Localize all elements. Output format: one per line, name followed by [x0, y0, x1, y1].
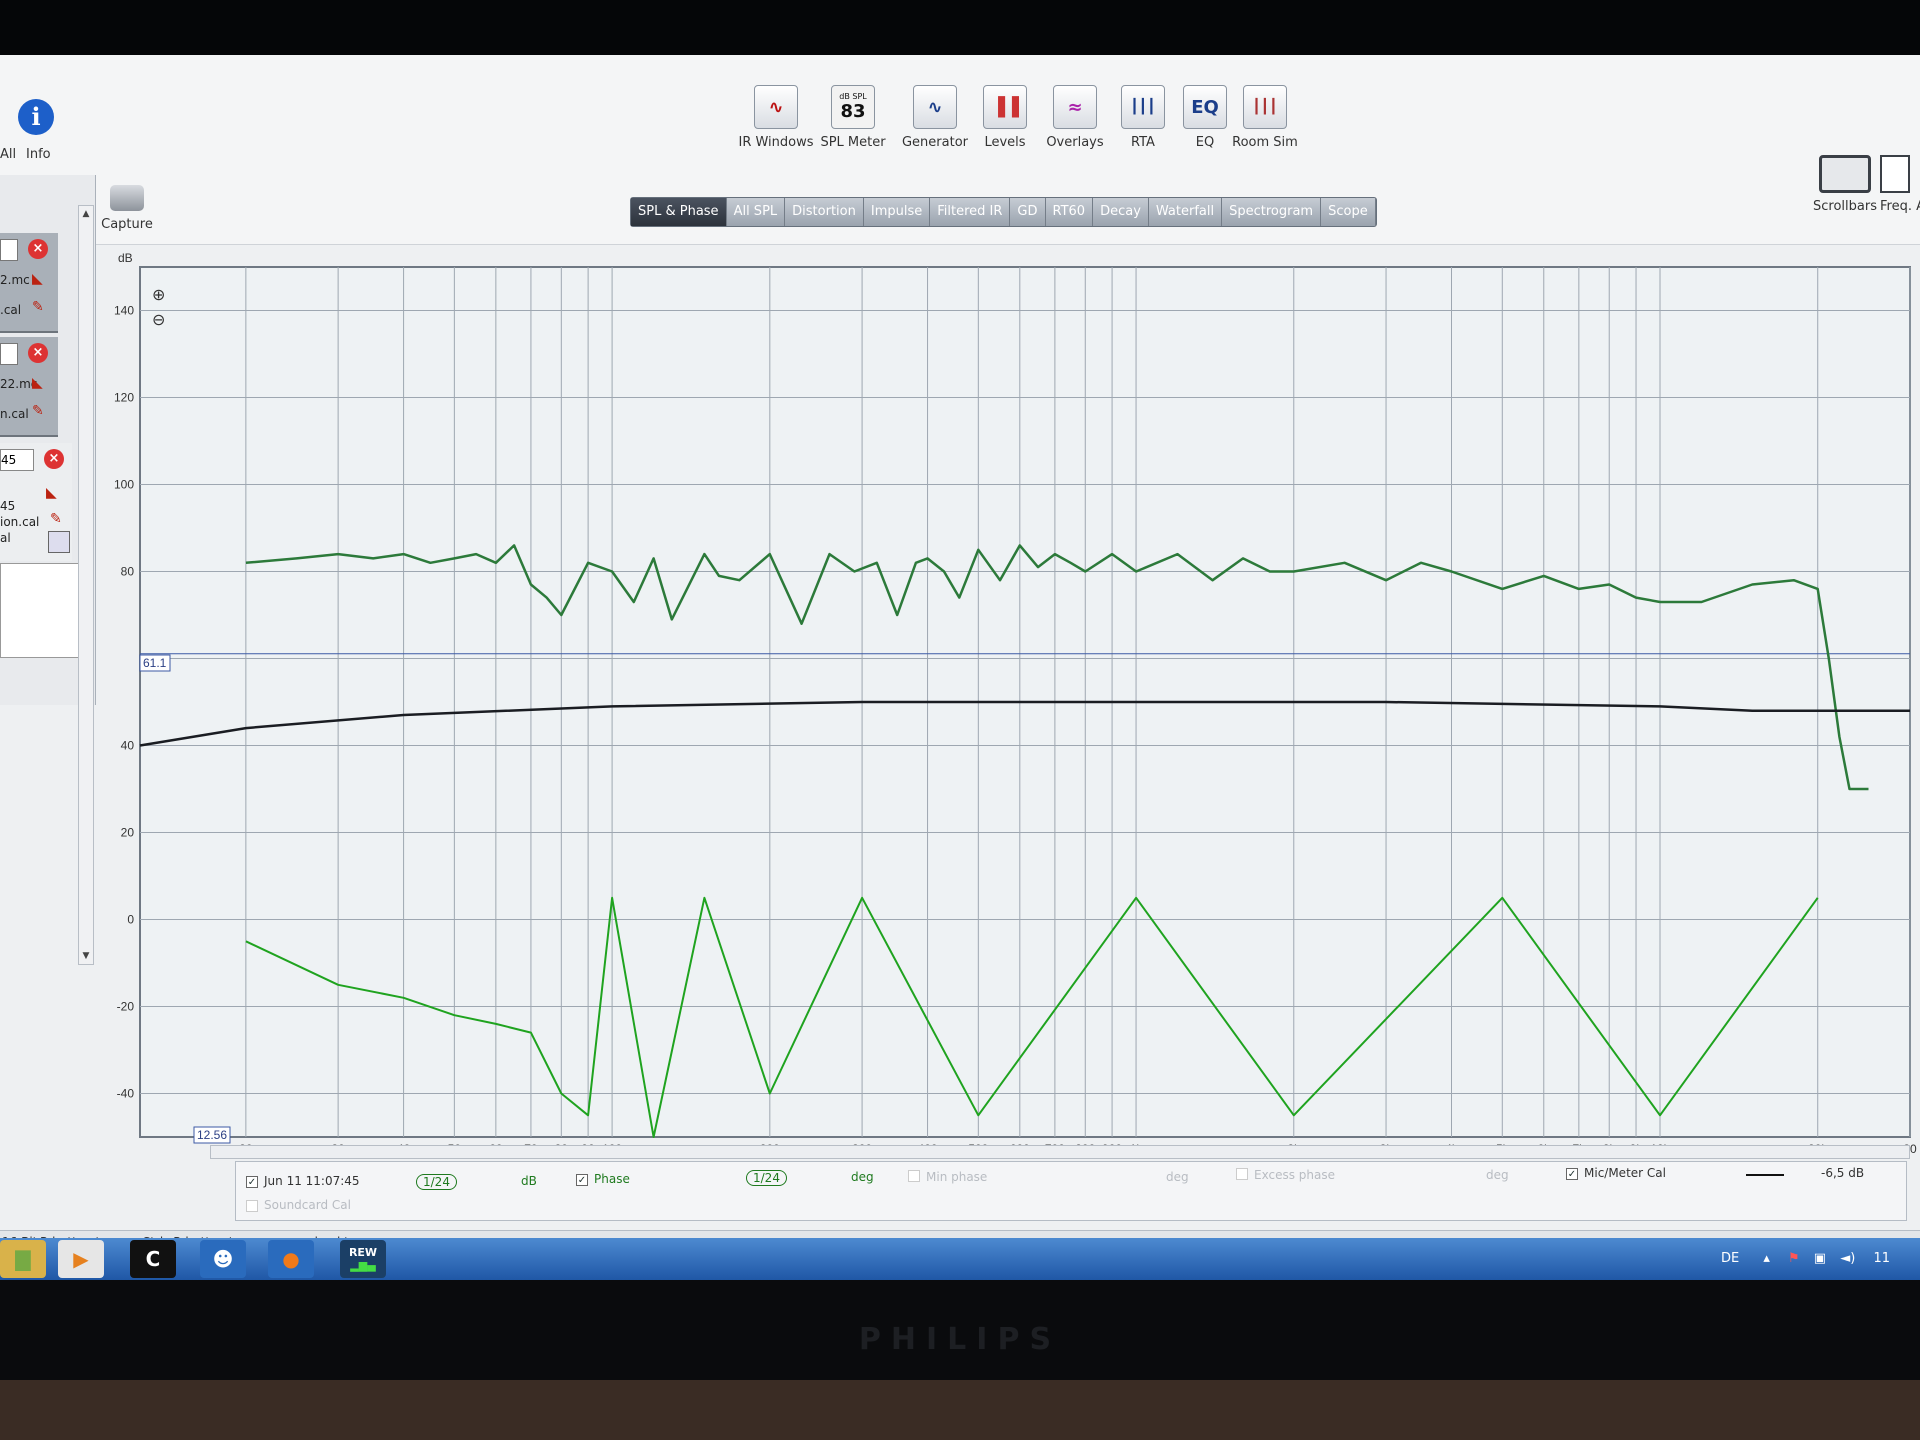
taskbar: ▇ ▶ C ☻ ● REW ▂▆▄ DE ▴ ⚑ ▣ ◄) 11 [0, 1238, 1920, 1280]
cursor-readout: 61.1 [143, 656, 167, 670]
measurement-checkbox[interactable]: ✓ [246, 1176, 258, 1188]
unit-label: dB [521, 1174, 537, 1188]
phase-label: Phase [594, 1172, 630, 1186]
min-phase-unit: deg [1166, 1170, 1189, 1184]
y-tick-label: 0 [127, 913, 134, 927]
firefox-icon[interactable]: ● [268, 1240, 314, 1278]
y-tick-label: 20 [121, 826, 135, 840]
excess-phase-unit: deg [1486, 1168, 1509, 1182]
flag-icon[interactable]: ⚑ [1788, 1251, 1800, 1266]
zoom-in-icon[interactable]: ⊕ [152, 285, 165, 304]
network-icon[interactable]: ▣ [1814, 1251, 1826, 1266]
mic-cal-checkbox[interactable]: ✓ [1566, 1168, 1578, 1180]
rew-icon[interactable]: REW ▂▆▄ [340, 1240, 386, 1278]
system-tray: DE ▴ ⚑ ▣ ◄) 11 [1721, 1238, 1890, 1280]
y-axis: 140 120 100 80 40 20 0 -20 -40 [114, 304, 134, 1101]
y-tick-label: -40 [117, 1087, 135, 1101]
excess-phase-checkbox[interactable] [1236, 1168, 1248, 1180]
legend-bar: ✓ Jun 11 11:07:45 1/24 dB ✓ Phase 1/24 d… [235, 1161, 1907, 1221]
alien-icon[interactable]: ☻ [200, 1240, 246, 1278]
mic-cal-line-swatch [1746, 1174, 1784, 1176]
soundcard-cal-label: Soundcard Cal [264, 1198, 351, 1212]
clock: 11 [1873, 1251, 1890, 1266]
rew-label: REW [348, 1246, 378, 1259]
y-tick-label: 120 [114, 391, 134, 405]
phase-unit-label: deg [851, 1170, 874, 1184]
measurement-name: Jun 11 11:07:45 [264, 1174, 360, 1188]
y-tick-label: -20 [117, 1000, 135, 1014]
desk [0, 1380, 1920, 1440]
smoothing-selector[interactable]: 1/24 [416, 1174, 457, 1190]
min-phase-checkbox[interactable] [908, 1170, 920, 1182]
spl-phase-chart[interactable]: 1401201008040200-20-40 20304050607080901… [0, 55, 1920, 1280]
min-phase-label: Min phase [926, 1170, 988, 1184]
tray-arrow-icon[interactable]: ▴ [1763, 1251, 1770, 1266]
screen: All i Info ∿ IR Windows dB SPL 83 SPL Me… [0, 55, 1920, 1280]
x-min-readout: 12.56 [197, 1128, 227, 1142]
y-tick-label: 140 [114, 304, 134, 318]
zoom-out-icon[interactable]: ⊖ [152, 310, 165, 329]
excess-phase-label: Excess phase [1254, 1168, 1335, 1182]
phase-checkbox[interactable]: ✓ [576, 1174, 588, 1186]
monitor-brand: PHILIPS [858, 1322, 1062, 1357]
soundcard-cal-checkbox[interactable] [246, 1200, 258, 1212]
volume-icon[interactable]: ◄) [1840, 1251, 1855, 1266]
media-player-icon[interactable]: ▶ [58, 1240, 104, 1278]
y-tick-label: 80 [121, 565, 135, 579]
phase-smoothing-selector[interactable]: 1/24 [746, 1170, 787, 1186]
mic-cal-label: Mic/Meter Cal [1584, 1166, 1666, 1180]
y-tick-label: 40 [121, 739, 135, 753]
y-axis-label: dB [118, 251, 133, 265]
y-tick-label: 100 [114, 478, 134, 492]
horizontal-scrollbar[interactable] [210, 1145, 1910, 1159]
ccleaner-icon[interactable]: C [130, 1240, 176, 1278]
language-indicator[interactable]: DE [1721, 1251, 1739, 1266]
folder-icon[interactable]: ▇ [0, 1240, 46, 1278]
mic-cal-value: -6,5 dB [1821, 1166, 1865, 1180]
